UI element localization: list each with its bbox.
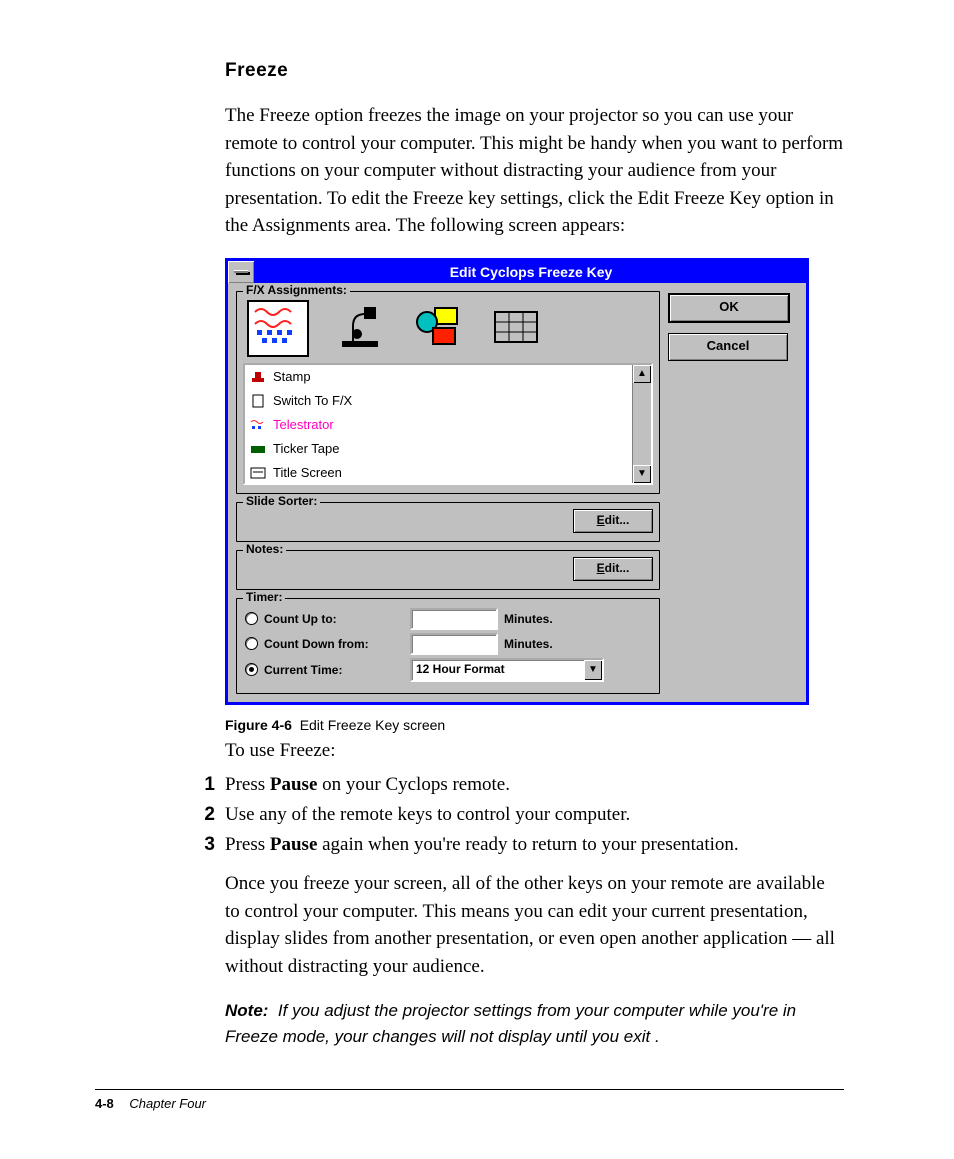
- current-time-radio[interactable]: [245, 663, 258, 676]
- count-up-radio[interactable]: [245, 612, 258, 625]
- document-icon: [249, 393, 267, 409]
- after-paragraph: Once you freeze your screen, all of the …: [225, 870, 844, 980]
- ok-button[interactable]: OK: [668, 293, 790, 323]
- ticker-icon: [249, 441, 267, 457]
- slide-sorter-group: Slide Sorter: Edit...: [236, 502, 660, 542]
- list-item[interactable]: Title Screen: [245, 461, 632, 483]
- telestrator-large-icon[interactable]: [247, 300, 309, 357]
- note-block: Note: If you adjust the projector settin…: [225, 998, 844, 1049]
- figure-caption: Figure 4-6 Edit Freeze Key screen: [225, 717, 844, 733]
- list-item-selected[interactable]: Telestrator: [245, 413, 632, 437]
- microscope-large-icon[interactable]: [333, 304, 387, 353]
- listbox-scrollbar[interactable]: ▲ ▼: [632, 365, 651, 483]
- scroll-up-icon[interactable]: ▲: [633, 365, 651, 383]
- step: 2 Use any of the remote keys to control …: [225, 804, 844, 826]
- dialog-titlebar: Edit Cyclops Freeze Key: [228, 261, 806, 283]
- cancel-button[interactable]: Cancel: [668, 333, 788, 361]
- notes-group: Notes: Edit...: [236, 550, 660, 590]
- list-item[interactable]: Switch To F/X: [245, 389, 632, 413]
- step: 3 Press Pause again when you're ready to…: [225, 834, 844, 856]
- current-time-label: Current Time:: [264, 663, 404, 677]
- count-up-input[interactable]: [410, 608, 498, 630]
- count-down-radio[interactable]: [245, 637, 258, 650]
- chevron-down-icon[interactable]: ▼: [584, 660, 602, 680]
- timer-group: Timer: Count Up to: Minutes. Count Down …: [236, 598, 660, 694]
- fx-assignments-legend: F/X Assignments:: [243, 283, 350, 297]
- notes-edit-button[interactable]: Edit...: [573, 557, 653, 581]
- minutes-label: Minutes.: [504, 612, 553, 626]
- to-use-line: To use Freeze:: [225, 737, 844, 765]
- title-screen-icon: [249, 465, 267, 481]
- scroll-down-icon[interactable]: ▼: [633, 465, 651, 483]
- slide-sorter-legend: Slide Sorter:: [243, 494, 320, 508]
- shapes-large-icon[interactable]: [411, 304, 465, 353]
- dialog-window: Edit Cyclops Freeze Key F/X Assignments:: [225, 258, 809, 705]
- note-text: If you adjust the projector settings fro…: [225, 1001, 796, 1046]
- telestrator-icon: [249, 417, 267, 433]
- list-item[interactable]: Stamp: [245, 365, 632, 389]
- list-item[interactable]: Ticker Tape: [245, 437, 632, 461]
- chapter-label: Chapter Four: [129, 1096, 206, 1111]
- dialog-title: Edit Cyclops Freeze Key: [256, 261, 806, 283]
- minutes-label: Minutes.: [504, 637, 553, 651]
- grid-large-icon[interactable]: [489, 304, 543, 353]
- fx-assignments-group: F/X Assignments:: [236, 291, 660, 494]
- section-heading: Freeze: [225, 60, 844, 82]
- time-format-combo[interactable]: 12 Hour Format ▼: [410, 658, 604, 682]
- intro-paragraph: The Freeze option freezes the image on y…: [225, 102, 844, 240]
- fx-listbox[interactable]: Stamp Switch To F/X: [243, 363, 653, 485]
- notes-legend: Notes:: [243, 542, 286, 556]
- note-label: Note:: [225, 1001, 268, 1020]
- system-menu-icon[interactable]: [228, 261, 256, 283]
- slide-sorter-edit-button[interactable]: Edit...: [573, 509, 653, 533]
- count-down-label: Count Down from:: [264, 637, 404, 651]
- page-footer: 4-8 Chapter Four: [95, 1089, 844, 1111]
- count-up-label: Count Up to:: [264, 612, 404, 626]
- step: 1 Press Pause on your Cyclops remote.: [225, 774, 844, 796]
- page-number: 4-8: [95, 1096, 114, 1111]
- steps-list: 1 Press Pause on your Cyclops remote. 2 …: [225, 774, 844, 856]
- count-down-input[interactable]: [410, 633, 498, 655]
- timer-legend: Timer:: [243, 590, 285, 604]
- stamp-icon: [249, 369, 267, 385]
